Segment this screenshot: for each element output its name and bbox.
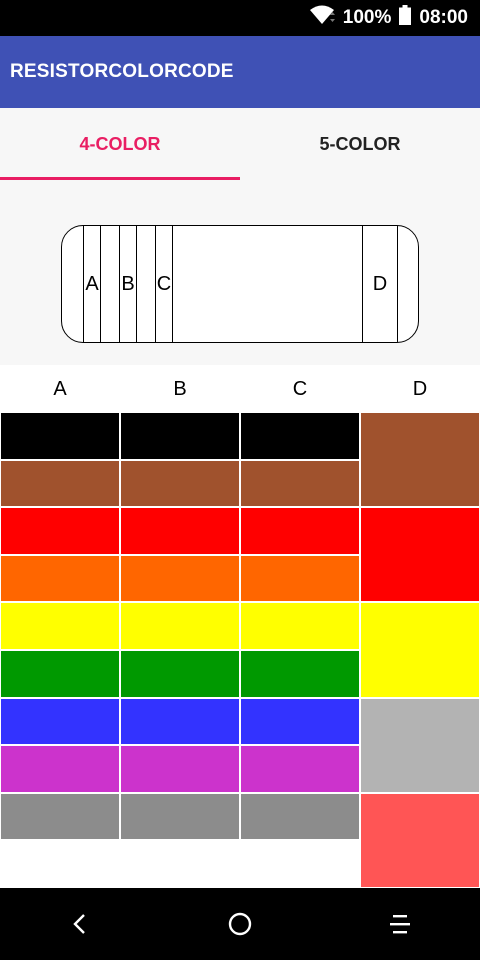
color-swatch-b-black[interactable]	[121, 413, 239, 459]
status-right: 100% 08:00	[309, 0, 468, 36]
resistor-preview: A B C D	[0, 180, 480, 365]
column-header-a: A	[53, 378, 67, 400]
color-swatch-c-gray[interactable]	[241, 793, 359, 840]
band-b: B	[119, 226, 137, 342]
color-swatch-a-yellow[interactable]	[1, 603, 119, 649]
color-swatch-b-orange[interactable]	[121, 555, 239, 602]
battery-icon	[399, 5, 412, 31]
color-swatch-c-black[interactable]	[241, 413, 359, 459]
color-swatch-c-green[interactable]	[241, 651, 359, 697]
color-swatch-d-yellow[interactable]	[361, 603, 479, 697]
status-bar: 100% 08:00	[0, 0, 480, 36]
column-headers: A B C D	[0, 366, 480, 412]
color-swatch-b-blue[interactable]	[121, 698, 239, 745]
color-swatch-d-salmon[interactable]	[361, 793, 479, 887]
color-swatch-a-violet[interactable]	[1, 746, 119, 792]
tab-4-color[interactable]: 4-COLOR	[0, 108, 240, 180]
app-title: RESISTORCOLORCODE	[10, 61, 234, 82]
column-header-b: B	[173, 378, 187, 400]
tab-bar: 4-COLOR 5-COLOR	[0, 108, 480, 180]
home-icon[interactable]	[210, 894, 270, 954]
color-swatch-a-brown[interactable]	[1, 460, 119, 507]
band-d: D	[362, 226, 398, 342]
color-swatch-b-brown[interactable]	[121, 460, 239, 507]
column-header-d: D	[412, 378, 428, 400]
color-swatch-b-green[interactable]	[121, 651, 239, 697]
color-swatch-d-silver[interactable]	[361, 698, 479, 792]
band-c: C	[155, 226, 173, 342]
color-swatch-c-red[interactable]	[241, 508, 359, 554]
color-swatch-a-gray[interactable]	[1, 793, 119, 840]
color-grid	[0, 412, 480, 888]
color-swatch-c-orange[interactable]	[241, 555, 359, 602]
color-swatch-d-red[interactable]	[361, 508, 479, 602]
color-swatch-b-violet[interactable]	[121, 746, 239, 792]
color-swatch-c-brown[interactable]	[241, 460, 359, 507]
color-swatch-c-violet[interactable]	[241, 746, 359, 792]
tab-5-color[interactable]: 5-COLOR	[240, 108, 480, 180]
band-a: A	[83, 226, 101, 342]
navigation-bar	[0, 888, 480, 960]
battery-percent: 100%	[342, 7, 392, 28]
color-swatch-b-gray[interactable]	[121, 793, 239, 840]
back-icon[interactable]	[50, 894, 110, 954]
wifi-icon	[309, 5, 335, 31]
column-header-c: C	[292, 378, 308, 400]
color-swatch-c-blue[interactable]	[241, 698, 359, 745]
color-swatch-b-red[interactable]	[121, 508, 239, 554]
color-swatch-a-orange[interactable]	[1, 555, 119, 602]
resistor-body: A B C D	[61, 225, 419, 343]
recents-icon[interactable]	[370, 894, 430, 954]
clock: 08:00	[419, 7, 468, 28]
app-bar: RESISTORCOLORCODE	[0, 36, 480, 108]
color-swatch-a-green[interactable]	[1, 651, 119, 697]
color-swatch-b-yellow[interactable]	[121, 603, 239, 649]
color-swatch-c-yellow[interactable]	[241, 603, 359, 649]
color-swatch-d-brown[interactable]	[361, 413, 479, 507]
color-swatch-a-blue[interactable]	[1, 698, 119, 745]
color-swatch-a-red[interactable]	[1, 508, 119, 554]
color-swatch-a-black[interactable]	[1, 413, 119, 459]
